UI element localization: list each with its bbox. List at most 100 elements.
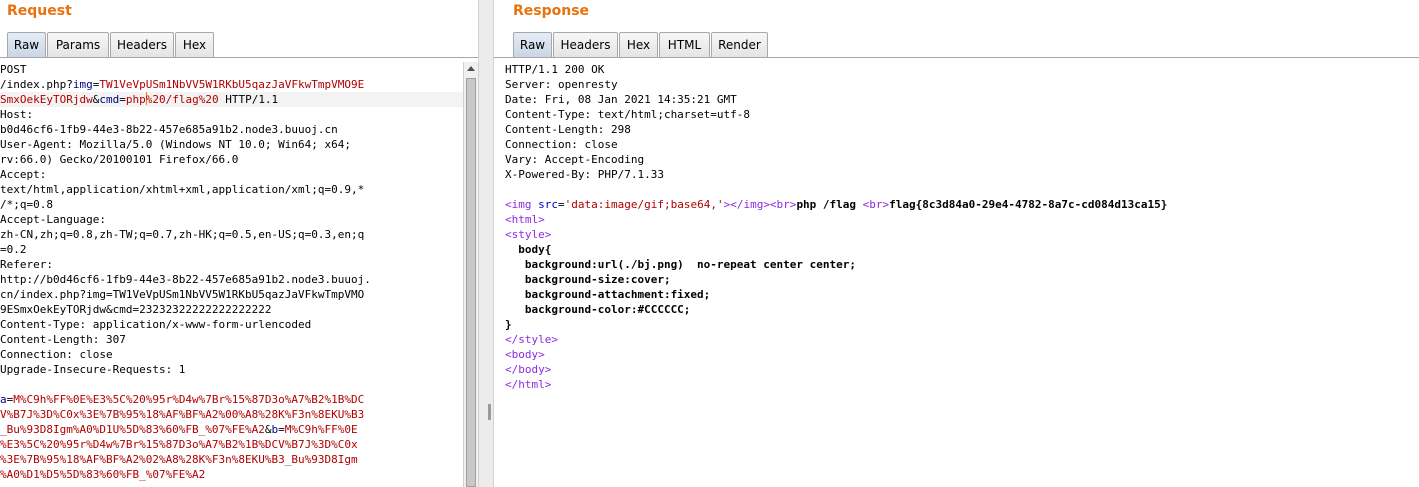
request-line: V%B7J%3D%C0x%3E%7B%95%18%AF%BF%A2%00%A8%… — [0, 407, 371, 422]
response-token: background-size:cover; — [505, 273, 671, 286]
tab-params[interactable]: Params — [47, 32, 109, 57]
request-token: Connection: close — [0, 348, 113, 361]
request-line: Accept: — [0, 167, 371, 182]
request-token: SmxOekEyTORjdw — [0, 93, 93, 106]
request-line: Content-Length: 307 — [0, 332, 371, 347]
request-token: POST — [0, 63, 27, 76]
response-line: Date: Fri, 08 Jan 2021 14:35:21 GMT — [505, 92, 1167, 107]
request-token: zh-CN,zh;q=0.8,zh-TW;q=0.7,zh-HK;q=0.5,e… — [0, 228, 365, 241]
request-line: %3E%7B%95%18%AF%BF%A2%02%A8%28K%F3n%8EKU… — [0, 452, 371, 467]
response-line: Content-Length: 298 — [505, 122, 1167, 137]
request-token: /*;q=0.8 — [0, 198, 53, 211]
response-token: background-color:#CCCCCC; — [505, 303, 691, 316]
response-token: body{ — [505, 243, 552, 256]
request-line: cn/index.php?img=TW1VeVpUSm1NbVV5W1RKbU5… — [0, 287, 371, 302]
response-token: background:url(./bj.png) no-repeat cente… — [505, 258, 856, 271]
response-line: Connection: close — [505, 137, 1167, 152]
response-token: <style> — [505, 228, 552, 241]
response-token: Connection: close — [505, 138, 618, 151]
request-token: %3E%7B%95%18%AF%BF%A2%02%A8%28K%F3n%8EKU… — [0, 453, 358, 466]
response-token: X-Powered-By: PHP/7.1.33 — [505, 168, 664, 181]
tab-hex[interactable]: Hex — [619, 32, 658, 57]
scroll-up-arrow-icon[interactable] — [467, 66, 475, 71]
request-line: http://b0d46cf6-1fb9-44e3-8b22-457e685a9… — [0, 272, 371, 287]
response-line: </html> — [505, 377, 1167, 392]
response-token: ></img><br> — [723, 198, 797, 211]
response-line: background:url(./bj.png) no-repeat cente… — [505, 257, 1167, 272]
response-line: background-size:cover; — [505, 272, 1167, 287]
request-token: & — [264, 423, 272, 436]
response-token: Content-Length: 298 — [505, 123, 631, 136]
request-line: text/html,application/xhtml+xml,applicat… — [0, 182, 371, 197]
tab-headers[interactable]: Headers — [553, 32, 618, 57]
request-token: rv:66.0) Gecko/20100101 Firefox/66.0 — [0, 153, 239, 166]
tab-divider — [0, 57, 478, 58]
request-token: Content-Type: application/x-www-form-url… — [0, 318, 312, 331]
response-line: Content-Type: text/html;charset=utf-8 — [505, 107, 1167, 122]
request-token: M%C9h%FF%0E — [284, 423, 358, 436]
response-line: background-color:#CCCCCC; — [505, 302, 1167, 317]
response-token: </body> — [505, 363, 552, 376]
tab-hex[interactable]: Hex — [175, 32, 214, 57]
request-token: Accept: — [0, 168, 47, 181]
request-line: SmxOekEyTORjdw&cmd=php%20/flag%20 HTTP/1… — [0, 92, 371, 107]
response-line: </style> — [505, 332, 1167, 347]
tab-html[interactable]: HTML — [659, 32, 710, 57]
response-line: background-attachment:fixed; — [505, 287, 1167, 302]
request-line: zh-CN,zh;q=0.8,zh-TW;q=0.7,zh-HK;q=0.5,e… — [0, 227, 371, 242]
response-line: <html> — [505, 212, 1167, 227]
request-token: = — [119, 93, 126, 106]
response-title: Response — [513, 3, 590, 19]
request-token: =0.2 — [0, 243, 27, 256]
request-token: %20/flag%20 — [145, 93, 219, 106]
request-scrollbar[interactable] — [463, 62, 478, 487]
request-line: POST — [0, 62, 371, 77]
request-token: 9ESmxOekEyTORjdw&cmd=2323232222222222222… — [0, 303, 272, 316]
request-token: /index.php? — [0, 78, 73, 91]
response-token: php /flag — [796, 198, 863, 211]
splitter-grip-icon[interactable] — [488, 404, 491, 420]
request-line: Accept-Language: — [0, 212, 371, 227]
split-divider[interactable] — [478, 0, 494, 487]
request-token: cn/index.php?img=TW1VeVpUSm1NbVV5W1RKbU5… — [0, 288, 365, 301]
response-line: HTTP/1.1 200 OK — [505, 62, 1167, 77]
request-line: User-Agent: Mozilla/5.0 (Windows NT 10.0… — [0, 137, 371, 152]
response-line: X-Powered-By: PHP/7.1.33 — [505, 167, 1167, 182]
scrollbar-thumb[interactable] — [466, 78, 476, 487]
request-token: V%B7J%3D%C0x%3E%7B%95%18%AF%BF%A2%00%A8%… — [0, 408, 365, 421]
response-token: <html> — [505, 213, 545, 226]
response-token: HTTP/1.1 200 OK — [505, 63, 605, 76]
request-token: php — [125, 93, 146, 106]
response-token: Server: openresty — [505, 78, 618, 91]
response-token: Date: Fri, 08 Jan 2021 14:35:21 GMT — [505, 93, 737, 106]
response-line: <img src='data:image/gif;base64,'></img>… — [505, 197, 1167, 212]
request-token: _Bu%93D8Igm%A0%D1U%5D%83%60%FB_%07%FE%A2 — [0, 423, 265, 436]
request-line: /*;q=0.8 — [0, 197, 371, 212]
request-line: _Bu%93D8Igm%A0%D1U%5D%83%60%FB_%07%FE%A2… — [0, 422, 371, 437]
tab-raw[interactable]: Raw — [7, 32, 46, 57]
request-token: %E3%5C%20%95r%D4w%7Br%15%87D3o%A7%B2%1B%… — [0, 438, 358, 451]
request-line: Host: — [0, 107, 371, 122]
request-line: %E3%5C%20%95r%D4w%7Br%15%87D3o%A7%B2%1B%… — [0, 437, 371, 452]
request-token: img — [72, 78, 93, 91]
tab-headers[interactable]: Headers — [110, 32, 174, 57]
request-token: text/html,application/xhtml+xml,applicat… — [0, 183, 365, 196]
request-token: Referer: — [0, 258, 53, 271]
request-line: =0.2 — [0, 242, 371, 257]
request-token: Content-Length: 307 — [0, 333, 126, 346]
request-line: Referer: — [0, 257, 371, 272]
response-token: flag{8c3d84a0-29e4-4782-8a7c-cd084d13ca1… — [889, 198, 1168, 211]
response-token: background-attachment:fixed; — [505, 288, 711, 301]
request-token: a — [0, 393, 7, 406]
response-editor[interactable]: HTTP/1.1 200 OK Server: openresty Date: Fr… — [505, 62, 1167, 392]
request-token: cmd — [99, 93, 120, 106]
request-token: TW1VeVpUSm1NbVV5W1RKbU5qazJaVFkwTmpVMO9E — [99, 78, 365, 91]
tab-render[interactable]: Render — [711, 32, 768, 57]
response-line: </body> — [505, 362, 1167, 377]
response-token: = — [558, 198, 565, 211]
tab-raw[interactable]: Raw — [513, 32, 552, 57]
response-line: Vary: Accept-Encoding — [505, 152, 1167, 167]
request-line: a=M%C9h%FF%0E%E3%5C%20%95r%D4w%7Br%15%87… — [0, 392, 371, 407]
request-line: Connection: close — [0, 347, 371, 362]
request-editor[interactable]: POST/index.php?img = TW1VeVpUSm1NbVV5W1RKb… — [0, 62, 371, 482]
